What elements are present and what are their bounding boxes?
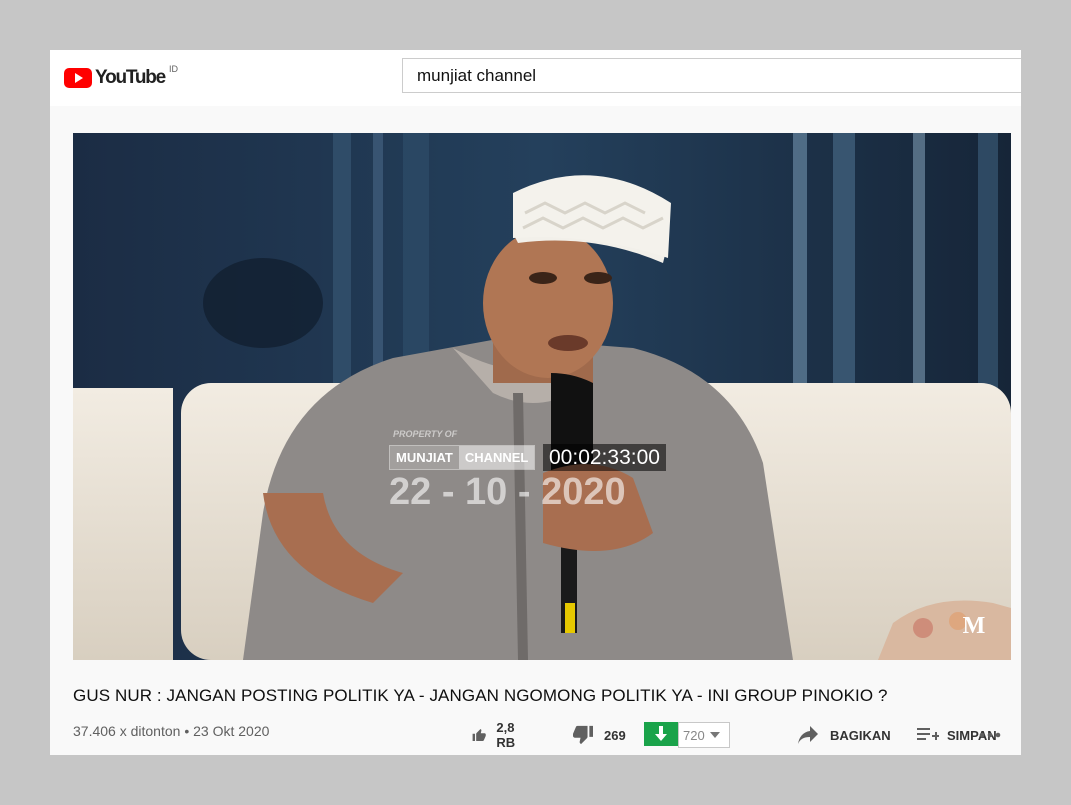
watermark-date: 22 - 10 - 2020 bbox=[389, 471, 626, 513]
thumbs-down-icon bbox=[573, 725, 593, 745]
play-icon bbox=[64, 68, 92, 88]
more-options-button[interactable] bbox=[979, 720, 1001, 750]
download-count: 720 bbox=[683, 727, 705, 743]
channel-watermark-logo: M bbox=[962, 613, 986, 639]
share-label: BAGIKAN bbox=[830, 727, 891, 743]
more-horiz-icon bbox=[979, 732, 1001, 738]
top-bar: YouTube ID munjiat channel bbox=[50, 50, 1021, 106]
share-button[interactable]: BAGIKAN bbox=[798, 720, 891, 750]
thumbs-up-icon bbox=[472, 729, 486, 741]
watermark-name-2: CHANNEL bbox=[458, 446, 535, 469]
watermark-channel: MUNJIAT CHANNEL bbox=[389, 445, 536, 470]
youtube-logo[interactable]: YouTube ID bbox=[64, 64, 178, 90]
playlist-add-icon bbox=[917, 728, 939, 740]
download-button[interactable] bbox=[644, 722, 678, 746]
logo-text: YouTube bbox=[95, 67, 166, 88]
dislike-count: 269 bbox=[604, 727, 626, 743]
download-arrow-icon bbox=[655, 726, 667, 741]
dislike-button[interactable]: 269 bbox=[572, 720, 626, 750]
search-input[interactable]: munjiat channel bbox=[402, 58, 1021, 93]
video-frame bbox=[73, 133, 1011, 660]
browser-frame: YouTube ID munjiat channel PROPERTY OF M… bbox=[50, 50, 1021, 755]
watermark-timecode: 00:02:33:00 bbox=[543, 444, 666, 471]
share-icon bbox=[798, 726, 818, 744]
like-button[interactable]: 2,8 RB bbox=[472, 720, 523, 750]
like-count: 2,8 RB bbox=[496, 720, 516, 750]
search-value: munjiat channel bbox=[417, 65, 537, 85]
caret-down-icon bbox=[709, 732, 720, 738]
video-player[interactable]: PROPERTY OF MUNJIAT CHANNEL 00:02:33:00 … bbox=[73, 133, 1011, 660]
upload-date: 23 Okt 2020 bbox=[193, 723, 270, 739]
video-title: GUS NUR : JANGAN POSTING POLITIK YA - JA… bbox=[73, 686, 888, 705]
video-meta: 37.406 x ditonton • 23 Okt 2020 bbox=[73, 723, 269, 739]
watermark-property: PROPERTY OF bbox=[393, 429, 458, 439]
region-label: ID bbox=[169, 64, 178, 74]
view-count: 37.406 x ditonton bbox=[73, 723, 181, 739]
download-count-select[interactable]: 720 bbox=[678, 722, 730, 748]
meta-separator: • bbox=[184, 723, 190, 739]
watermark-name-1: MUNJIAT bbox=[390, 446, 459, 469]
